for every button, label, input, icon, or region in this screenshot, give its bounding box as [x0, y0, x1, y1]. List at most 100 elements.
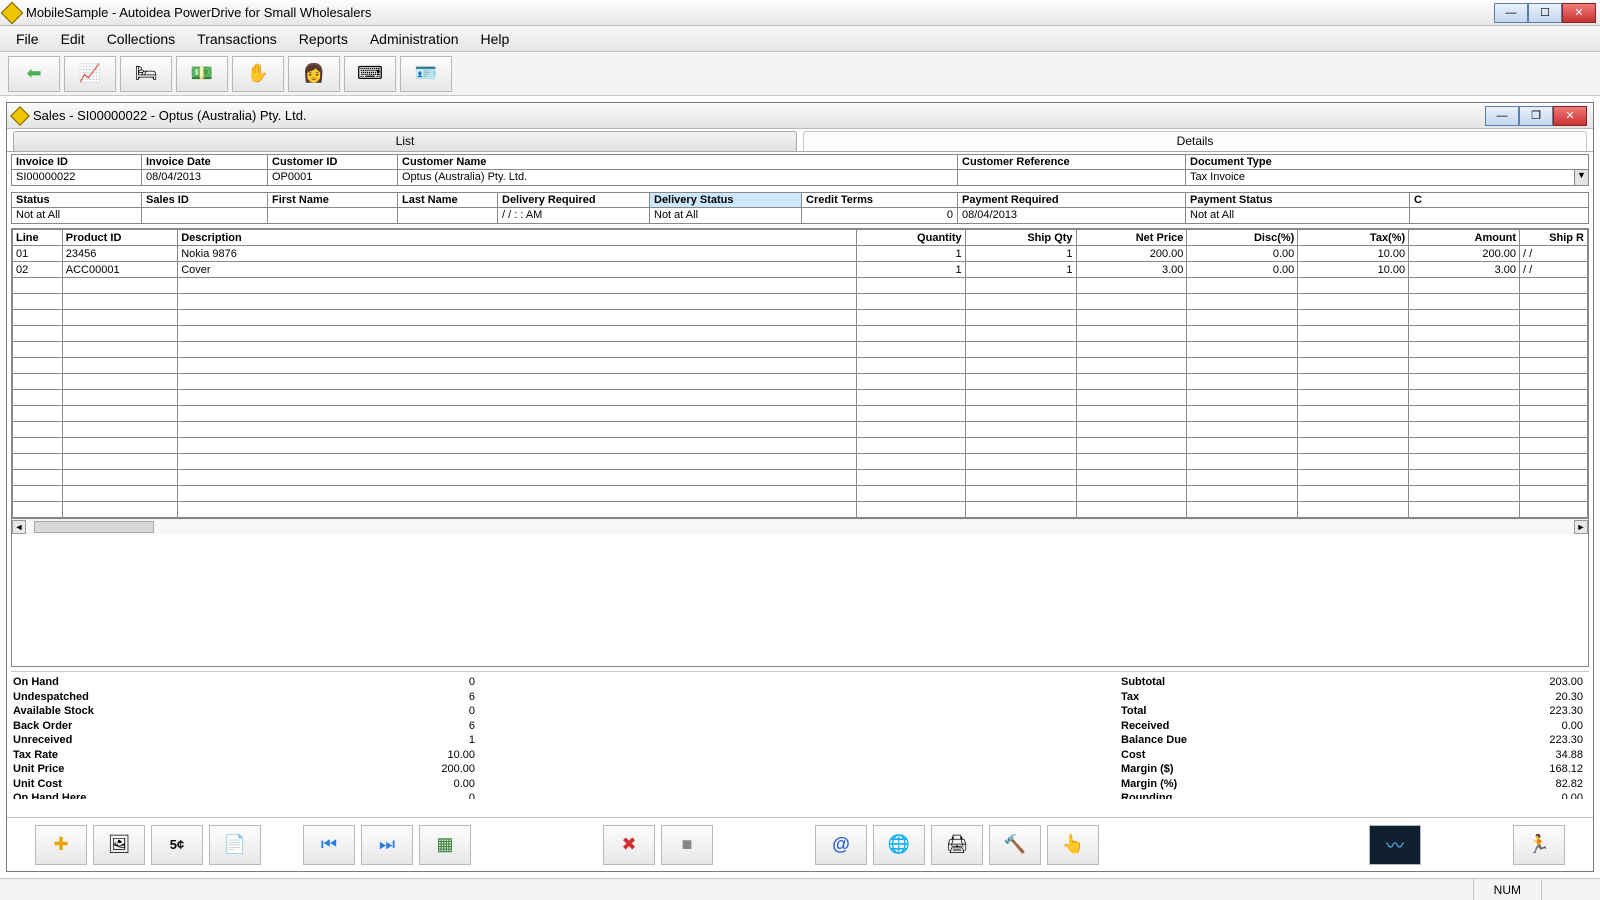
first-name-value[interactable] — [267, 208, 397, 224]
cell-amount[interactable] — [1409, 438, 1520, 454]
table-row[interactable] — [13, 278, 1588, 294]
cell-description[interactable] — [178, 294, 857, 310]
table-row[interactable] — [13, 358, 1588, 374]
last-name-value[interactable] — [397, 208, 497, 224]
cell-product_id[interactable] — [62, 406, 177, 422]
cell-net_price[interactable] — [1076, 374, 1187, 390]
cell-tax[interactable] — [1298, 342, 1409, 358]
doc-type-value[interactable]: Tax Invoice▼ — [1185, 170, 1589, 186]
cell-amount[interactable] — [1409, 294, 1520, 310]
cell-product_id[interactable] — [62, 422, 177, 438]
cell-line[interactable] — [13, 502, 63, 518]
cell-product_id[interactable] — [62, 278, 177, 294]
cell-quantity[interactable] — [857, 310, 966, 326]
invoice-id-value[interactable]: SI00000022 — [11, 170, 141, 186]
cell-ship_qty[interactable] — [965, 326, 1076, 342]
cell-line[interactable] — [13, 486, 63, 502]
line-items-grid[interactable]: Line Product ID Description Quantity Shi… — [11, 228, 1589, 667]
cell-description[interactable] — [178, 374, 857, 390]
cell-amount[interactable] — [1409, 358, 1520, 374]
col-ship-r[interactable]: Ship R — [1520, 230, 1588, 246]
cell-quantity[interactable]: 1 — [857, 246, 966, 262]
cell-net_price[interactable] — [1076, 326, 1187, 342]
cell-net_price[interactable] — [1076, 454, 1187, 470]
col-description[interactable]: Description — [178, 230, 857, 246]
last-icon[interactable]: ⏭ — [361, 825, 413, 865]
col-amount[interactable]: Amount — [1409, 230, 1520, 246]
cell-disc[interactable] — [1187, 470, 1298, 486]
cell-ship_r[interactable]: / / — [1520, 246, 1588, 262]
first-icon[interactable]: ⏮ — [303, 825, 355, 865]
cell-description[interactable] — [178, 454, 857, 470]
cell-disc[interactable]: 0.00 — [1187, 262, 1298, 278]
cell-description[interactable] — [178, 358, 857, 374]
cell-line[interactable] — [13, 358, 63, 374]
cell-line[interactable]: 02 — [13, 262, 63, 278]
cell-ship_r[interactable] — [1520, 390, 1588, 406]
cell-product_id[interactable] — [62, 358, 177, 374]
cell-disc[interactable] — [1187, 502, 1298, 518]
bed-icon[interactable]: 🛏 — [120, 56, 172, 92]
scroll-track[interactable] — [26, 520, 1574, 534]
cell-product_id[interactable] — [62, 390, 177, 406]
child-minimize-button[interactable]: — — [1485, 106, 1519, 126]
table-row[interactable]: 02ACC00001Cover113.000.0010.003.00/ / — [13, 262, 1588, 278]
cell-product_id[interactable]: ACC00001 — [62, 262, 177, 278]
cell-product_id[interactable] — [62, 374, 177, 390]
cell-quantity[interactable] — [857, 326, 966, 342]
cell-net_price[interactable] — [1076, 294, 1187, 310]
cell-product_id[interactable] — [62, 310, 177, 326]
cell-description[interactable] — [178, 502, 857, 518]
hammer-icon[interactable]: 🔨 — [989, 825, 1041, 865]
cell-tax[interactable] — [1298, 358, 1409, 374]
id-card-icon[interactable]: 🪪 — [400, 56, 452, 92]
cell-description[interactable] — [178, 406, 857, 422]
cell-ship_r[interactable] — [1520, 502, 1588, 518]
cell-ship_r[interactable]: / / — [1520, 262, 1588, 278]
cell-ship_qty[interactable] — [965, 502, 1076, 518]
cell-amount[interactable] — [1409, 390, 1520, 406]
cell-product_id[interactable]: 23456 — [62, 246, 177, 262]
cell-quantity[interactable] — [857, 406, 966, 422]
status-value[interactable]: Not at All — [11, 208, 141, 224]
customer-ref-value[interactable] — [957, 170, 1185, 186]
cell-quantity[interactable]: 1 — [857, 262, 966, 278]
terminal-icon[interactable]: 〰 — [1369, 825, 1421, 865]
cell-amount[interactable] — [1409, 342, 1520, 358]
child-close-button[interactable]: ✕ — [1553, 106, 1587, 126]
cell-ship_r[interactable] — [1520, 310, 1588, 326]
cell-tax[interactable] — [1298, 374, 1409, 390]
cell-disc[interactable] — [1187, 310, 1298, 326]
cell-amount[interactable] — [1409, 454, 1520, 470]
cell-ship_qty[interactable] — [965, 310, 1076, 326]
cell-amount[interactable] — [1409, 486, 1520, 502]
cell-product_id[interactable] — [62, 294, 177, 310]
money-icon[interactable]: 💵 — [176, 56, 228, 92]
cell-quantity[interactable] — [857, 294, 966, 310]
cell-description[interactable]: Nokia 9876 — [178, 246, 857, 262]
col-ship-qty[interactable]: Ship Qty — [965, 230, 1076, 246]
email-icon[interactable]: @ — [815, 825, 867, 865]
invoice-date-value[interactable]: 08/04/2013 — [141, 170, 267, 186]
person-icon[interactable]: 👩 — [288, 56, 340, 92]
delivery-required-value[interactable]: / / : : AM — [497, 208, 649, 224]
cell-ship_r[interactable] — [1520, 326, 1588, 342]
cell-product_id[interactable] — [62, 502, 177, 518]
col-product-id[interactable]: Product ID — [62, 230, 177, 246]
note-icon[interactable]: 📄 — [209, 825, 261, 865]
cell-ship_r[interactable] — [1520, 278, 1588, 294]
cell-amount[interactable] — [1409, 278, 1520, 294]
cell-disc[interactable] — [1187, 374, 1298, 390]
cell-quantity[interactable] — [857, 470, 966, 486]
cell-disc[interactable] — [1187, 390, 1298, 406]
scroll-right-icon[interactable]: ► — [1574, 520, 1588, 534]
cell-tax[interactable]: 10.00 — [1298, 246, 1409, 262]
cell-disc[interactable] — [1187, 326, 1298, 342]
cell-description[interactable]: Cover — [178, 262, 857, 278]
delivery-status-value[interactable]: Not at All — [649, 208, 801, 224]
cell-line[interactable] — [13, 278, 63, 294]
table-row[interactable] — [13, 342, 1588, 358]
cell-amount[interactable] — [1409, 374, 1520, 390]
cell-product_id[interactable] — [62, 470, 177, 486]
cell-amount[interactable]: 200.00 — [1409, 246, 1520, 262]
